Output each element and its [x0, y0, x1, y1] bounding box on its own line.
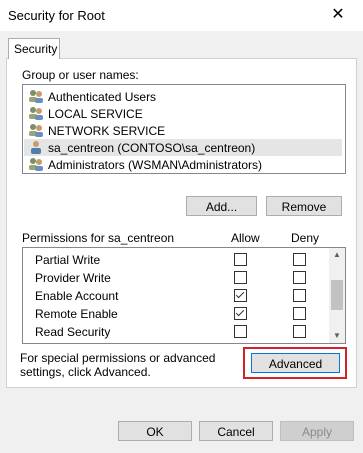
add-button[interactable]: Add...	[186, 196, 257, 216]
scroll-down-icon[interactable]: ▼	[332, 331, 342, 341]
close-icon[interactable]: ✕	[328, 5, 348, 25]
user-name: NETWORK SERVICE	[48, 124, 166, 138]
users-icon	[29, 158, 43, 171]
advanced-button[interactable]: Advanced	[251, 353, 340, 373]
permissions-scrollbar[interactable]: ▲ ▼	[329, 248, 345, 343]
cancel-button[interactable]: Cancel	[199, 421, 273, 441]
permission-row: Provider Write	[23, 269, 329, 287]
permission-row: Remote Enable	[23, 305, 329, 323]
list-item-selected[interactable]: sa_centreon (CONTOSO\sa_centreon)	[24, 139, 342, 156]
deny-checkbox[interactable]	[293, 289, 306, 302]
permission-row: Enable Account	[23, 287, 329, 305]
permission-row: Partial Write	[23, 251, 329, 269]
tab-security[interactable]: Security	[8, 38, 60, 59]
allow-checkbox[interactable]	[234, 325, 247, 338]
deny-checkbox[interactable]	[293, 253, 306, 266]
permission-name: Provider Write	[35, 271, 111, 285]
users-icon	[29, 107, 43, 120]
allow-checkbox-checked[interactable]	[234, 307, 247, 320]
user-name: Administrators (WSMAN\Administrators)	[48, 158, 263, 172]
scroll-thumb[interactable]	[331, 280, 343, 310]
list-item[interactable]: NETWORK SERVICE	[24, 122, 342, 139]
permission-name: Partial Write	[35, 253, 101, 267]
list-item[interactable]: LOCAL SERVICE	[24, 105, 342, 122]
permission-name: Read Security	[35, 325, 111, 339]
user-list: Authenticated Users LOCAL SERVICE NETWOR…	[22, 84, 346, 174]
apply-button[interactable]: Apply	[280, 421, 354, 441]
ok-button[interactable]: OK	[118, 421, 192, 441]
users-icon	[29, 124, 43, 137]
security-dialog: Security for Root ✕ Security Group or us…	[0, 0, 363, 453]
permission-name: Enable Account	[35, 289, 119, 303]
remove-button[interactable]: Remove	[266, 196, 342, 216]
user-name: sa_centreon (CONTOSO\sa_centreon)	[48, 141, 256, 155]
user-name: Authenticated Users	[48, 90, 157, 104]
list-item[interactable]: Authenticated Users	[24, 88, 342, 105]
allow-checkbox-checked[interactable]	[234, 289, 247, 302]
permission-name: Remote Enable	[35, 307, 118, 321]
list-item[interactable]: Administrators (WSMAN\Administrators)	[24, 156, 342, 173]
allow-checkbox[interactable]	[234, 253, 247, 266]
deny-checkbox[interactable]	[293, 307, 306, 320]
window-title: Security for Root	[8, 8, 105, 23]
allow-checkbox[interactable]	[234, 271, 247, 284]
users-icon	[29, 90, 43, 103]
group-label: Group or user names:	[22, 68, 139, 82]
deny-column-label: Deny	[291, 231, 320, 245]
advanced-note: For special permissions or advanced sett…	[20, 351, 216, 379]
allow-column-label: Allow	[231, 231, 260, 245]
scroll-up-icon[interactable]: ▲	[332, 250, 342, 260]
permissions-list: Partial Write Provider Write Enable Acco…	[22, 247, 346, 344]
permission-row: Read Security	[23, 323, 329, 341]
deny-checkbox[interactable]	[293, 271, 306, 284]
security-panel: Group or user names: Authenticated Users…	[6, 58, 357, 388]
user-icon	[31, 141, 41, 154]
deny-checkbox[interactable]	[293, 325, 306, 338]
user-name: LOCAL SERVICE	[48, 107, 143, 121]
permissions-header: Permissions for sa_centreon	[22, 231, 175, 245]
title-bar: Security for Root ✕	[0, 0, 363, 31]
tab-security-label: Security	[14, 42, 58, 56]
